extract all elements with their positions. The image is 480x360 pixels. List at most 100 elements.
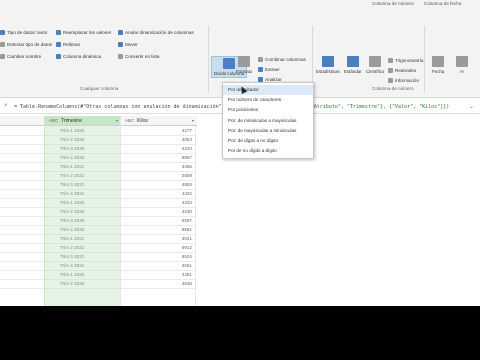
table-cell-trimestre[interactable]: Trim 1 2021 — [45, 163, 120, 172]
table-cell-kilos[interactable]: 5597 — [121, 217, 195, 226]
table-row — [0, 226, 44, 235]
table-cell-kilos[interactable]: 5912 — [121, 244, 195, 253]
rounding-button[interactable]: Redondeo — [388, 68, 416, 73]
table-cell-trimestre[interactable]: Trim 4 2020 — [45, 226, 120, 235]
table-cell-kilos[interactable]: 6067 — [121, 154, 195, 163]
pivot-column-button[interactable]: Columna dinámica — [56, 54, 101, 59]
date-button[interactable]: Fecha — [432, 56, 444, 74]
merge-columns-button[interactable]: Combinar columnas — [258, 57, 306, 62]
table-cell-trimestre[interactable]: Trim 3 2021 — [45, 181, 120, 190]
table-cell-trimestre[interactable]: Trim 2 2020 — [45, 136, 120, 145]
table-cell-trimestre[interactable]: Trim 3 2020 — [45, 217, 120, 226]
table-row — [0, 199, 44, 208]
table-cell-trimestre[interactable]: Trim 2 2020 — [45, 208, 120, 217]
split-menu-item[interactable]: Por posiciones — [223, 105, 313, 115]
detect-type-icon — [0, 42, 5, 47]
table-cell-kilos[interactable]: 4021 — [121, 235, 195, 244]
convert-list-button[interactable]: Convertir en lista — [118, 54, 159, 59]
table-row — [0, 190, 44, 199]
table-cell-kilos[interactable]: 4333 — [121, 199, 195, 208]
split-menu-item[interactable]: Por delimitador — [223, 85, 313, 96]
table-cell-trimestre[interactable]: Trim 2 2021 — [45, 244, 120, 253]
table-cell-trimestre[interactable]: Trim 1 2020 — [45, 127, 120, 136]
table-row — [0, 145, 44, 154]
group-title-date-column: Columna de fecha — [424, 1, 462, 6]
table-cell-trimestre[interactable]: Trim 3 2020 — [45, 145, 120, 154]
table-row — [0, 208, 44, 217]
table-cell-trimestre[interactable]: Trim 3 2021 — [45, 253, 120, 262]
table-row — [0, 262, 44, 271]
trigonometry-button[interactable]: Trigonometría — [388, 58, 423, 63]
rename-icon — [0, 54, 5, 59]
table-cell-kilos[interactable]: 4853 — [121, 181, 195, 190]
split-menu-item[interactable]: Por número de caracteres — [223, 95, 313, 105]
split-menu-item[interactable]: Por: de minúsculas a mayúsculas — [223, 116, 313, 126]
table-cell-trimestre[interactable]: Trim 1 2020 — [45, 199, 120, 208]
table-cell-kilos[interactable]: 3351 — [121, 271, 195, 280]
extract-button[interactable]: Extraer — [258, 67, 280, 72]
table-cell-trimestre[interactable]: Trim 4 2020 — [45, 154, 120, 163]
data-type-button[interactable]: Tipo de datos: texto — [0, 30, 47, 35]
table-cell-kilos[interactable]: 3330 — [121, 208, 195, 217]
table-cell-trimestre[interactable]: Trim 4 2021 — [45, 190, 120, 199]
power-query-editor: Columna de número Columna de fecha Tipo … — [0, 0, 480, 306]
statistics-button[interactable]: Estadísticas — [316, 56, 340, 74]
table-cell-kilos[interactable]: 3551 — [121, 262, 195, 271]
replace-values-button[interactable]: Reemplazar los valores — [56, 30, 111, 35]
split-menu-item[interactable]: Por: de mayúsculas a minúsculas — [223, 126, 313, 136]
ribbon-separator — [208, 26, 209, 92]
information-button[interactable]: Información — [388, 78, 419, 83]
table-cell-trimestre[interactable]: Trim 2 2021 — [45, 172, 120, 181]
formula-cancel-icon[interactable]: × — [4, 103, 8, 109]
text-type-icon[interactable]: ABC — [125, 118, 134, 123]
detect-type-button[interactable]: Detectar tipo de datos — [0, 42, 52, 47]
table-cell-trimestre[interactable]: Trim 4 2021 — [45, 262, 120, 271]
table-cell-trimestre[interactable]: Trim 1 2020 — [45, 271, 120, 280]
move-button[interactable]: Mover — [118, 42, 138, 47]
table-cell-kilos[interactable]: 2809 — [121, 172, 195, 181]
split-menu-item[interactable]: Por de no dígito a dígito — [223, 146, 313, 156]
trig-icon — [388, 58, 393, 63]
table-row — [0, 217, 44, 226]
letterbox-bar — [0, 306, 480, 360]
standard-button[interactable]: Estándar — [344, 56, 362, 74]
rename-button[interactable]: Cambiar nombre — [0, 54, 41, 59]
text-type-icon[interactable]: ABC — [49, 118, 58, 123]
table-cell-kilos[interactable]: 4466 — [121, 163, 195, 172]
format-icon — [238, 56, 251, 67]
group-title-number-column: Columna de número — [372, 1, 414, 6]
pivot-column-icon — [56, 54, 61, 59]
table-row — [0, 271, 44, 280]
info-icon — [388, 78, 393, 83]
scientific-button[interactable]: Científico — [366, 56, 384, 74]
table-cell-kilos[interactable]: 4234 — [121, 145, 195, 154]
column-trimestre[interactable]: ABC Trimestre ▾ Trim 1 2020 Trim 2 2020 Tr… — [44, 116, 121, 306]
unpivot-columns-button[interactable]: Anular dinamización de columnas — [118, 30, 194, 35]
scientific-icon — [369, 56, 382, 67]
time-button[interactable]: H — [456, 56, 468, 74]
table-row — [0, 235, 44, 244]
merge-columns-icon — [258, 57, 263, 62]
table-cell-kilos[interactable]: 3054 — [121, 136, 195, 145]
column-header-trimestre[interactable]: ABC Trimestre ▾ — [45, 116, 121, 126]
time-icon — [456, 56, 468, 67]
table-cell-kilos[interactable]: 3538 — [121, 280, 195, 289]
table-cell-kilos[interactable]: 6561 — [121, 226, 195, 235]
formula-expand-icon[interactable]: ⌄ — [469, 103, 474, 110]
table-cell-trimestre[interactable]: Trim 1 2021 — [45, 235, 120, 244]
table-cell-kilos[interactable]: 6534 — [121, 253, 195, 262]
table-cell-trimestre[interactable]: Trim 2 2020 — [45, 280, 120, 289]
filter-dropdown-icon[interactable]: ▾ — [116, 118, 118, 123]
statistics-icon — [321, 56, 334, 67]
date-icon — [432, 56, 445, 67]
column-kilos[interactable]: ABC Kilos ▾ 4277 3054 4234 6067 4466 2809 4853… — [120, 116, 197, 306]
table-cell-kilos[interactable]: 4277 — [121, 127, 195, 136]
replace-values-icon — [56, 30, 61, 35]
fill-button[interactable]: Rellenar — [56, 42, 80, 47]
column-header-kilos[interactable]: ABC Kilos ▾ — [121, 116, 197, 126]
split-menu-item[interactable]: Por: de dígito a no dígito — [223, 136, 313, 146]
filter-dropdown-icon[interactable]: ▾ — [192, 118, 194, 123]
format-button[interactable]: Formato — [236, 56, 252, 74]
table-row — [0, 136, 44, 145]
table-cell-kilos[interactable]: 4432 — [121, 190, 195, 199]
